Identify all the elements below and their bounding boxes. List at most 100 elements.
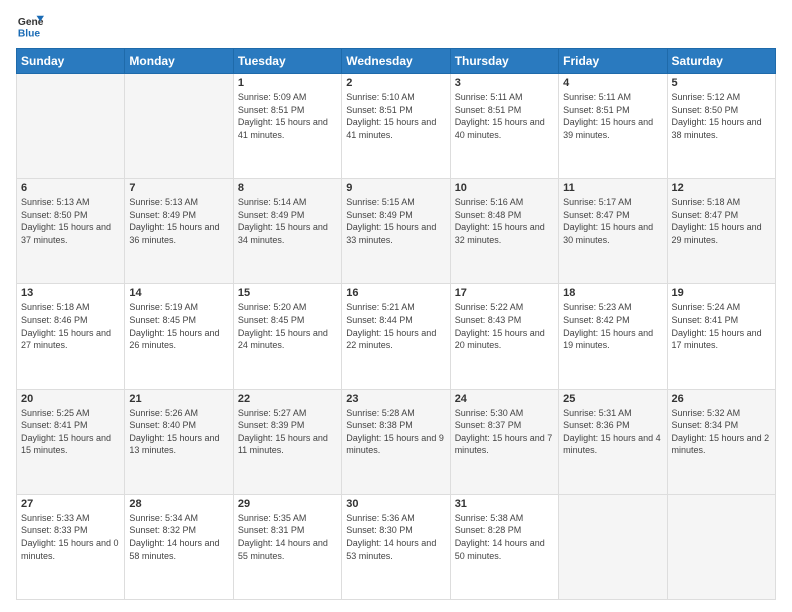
sunset-text: Sunset: 8:41 PM bbox=[21, 419, 120, 432]
day-number: 2 bbox=[346, 77, 445, 89]
weekday-header: Friday bbox=[559, 49, 667, 74]
daylight-text: Daylight: 15 hours and 24 minutes. bbox=[238, 327, 337, 352]
sunset-text: Sunset: 8:34 PM bbox=[672, 419, 771, 432]
sunset-text: Sunset: 8:31 PM bbox=[238, 524, 337, 537]
day-number: 10 bbox=[455, 182, 554, 194]
calendar-week-row: 27Sunrise: 5:33 AMSunset: 8:33 PMDayligh… bbox=[17, 494, 776, 599]
day-number: 8 bbox=[238, 182, 337, 194]
sunset-text: Sunset: 8:50 PM bbox=[21, 209, 120, 222]
daylight-text: Daylight: 15 hours and 22 minutes. bbox=[346, 327, 445, 352]
daylight-text: Daylight: 15 hours and 13 minutes. bbox=[129, 432, 228, 457]
day-number: 12 bbox=[672, 182, 771, 194]
daylight-text: Daylight: 15 hours and 40 minutes. bbox=[455, 116, 554, 141]
page: General Blue SundayMondayTuesdayWednesda… bbox=[0, 0, 792, 612]
day-info: Sunrise: 5:13 AMSunset: 8:50 PMDaylight:… bbox=[21, 196, 120, 246]
daylight-text: Daylight: 15 hours and 32 minutes. bbox=[455, 221, 554, 246]
sunrise-text: Sunrise: 5:28 AM bbox=[346, 407, 445, 420]
calendar-cell: 12 Sunrise: 5:18 AMSunset: 8:47 PMDayligh… bbox=[667, 179, 775, 284]
sunset-text: Sunset: 8:41 PM bbox=[672, 314, 771, 327]
daylight-text: Daylight: 15 hours and 11 minutes. bbox=[238, 432, 337, 457]
sunset-text: Sunset: 8:44 PM bbox=[346, 314, 445, 327]
day-info: Sunrise: 5:11 AMSunset: 8:51 PMDaylight:… bbox=[455, 91, 554, 141]
weekday-header: Wednesday bbox=[342, 49, 450, 74]
weekday-header: Monday bbox=[125, 49, 233, 74]
sunrise-text: Sunrise: 5:23 AM bbox=[563, 301, 662, 314]
sunrise-text: Sunrise: 5:13 AM bbox=[21, 196, 120, 209]
daylight-text: Daylight: 15 hours and 15 minutes. bbox=[21, 432, 120, 457]
day-number: 31 bbox=[455, 498, 554, 510]
sunrise-text: Sunrise: 5:15 AM bbox=[346, 196, 445, 209]
day-number: 5 bbox=[672, 77, 771, 89]
day-info: Sunrise: 5:36 AMSunset: 8:30 PMDaylight:… bbox=[346, 512, 445, 562]
calendar-table: SundayMondayTuesdayWednesdayThursdayFrid… bbox=[16, 48, 776, 600]
daylight-text: Daylight: 15 hours and 7 minutes. bbox=[455, 432, 554, 457]
calendar-cell: 18Sunrise: 5:23 AMSunset: 8:42 PMDayligh… bbox=[559, 284, 667, 389]
daylight-text: Daylight: 15 hours and 29 minutes. bbox=[672, 221, 771, 246]
daylight-text: Daylight: 15 hours and 19 minutes. bbox=[563, 327, 662, 352]
day-info: Sunrise: 5:27 AMSunset: 8:39 PMDaylight:… bbox=[238, 407, 337, 457]
calendar-cell bbox=[125, 74, 233, 179]
calendar-cell: 23Sunrise: 5:28 AMSunset: 8:38 PMDayligh… bbox=[342, 389, 450, 494]
sunrise-text: Sunrise: 5:13 AM bbox=[129, 196, 228, 209]
day-info: Sunrise: 5:31 AMSunset: 8:36 PMDaylight:… bbox=[563, 407, 662, 457]
day-number: 26 bbox=[672, 393, 771, 405]
sunset-text: Sunset: 8:49 PM bbox=[238, 209, 337, 222]
calendar-cell: 17Sunrise: 5:22 AMSunset: 8:43 PMDayligh… bbox=[450, 284, 558, 389]
sunrise-text: Sunrise: 5:17 AM bbox=[563, 196, 662, 209]
day-info: Sunrise: 5:34 AMSunset: 8:32 PMDaylight:… bbox=[129, 512, 228, 562]
calendar-cell: 14Sunrise: 5:19 AMSunset: 8:45 PMDayligh… bbox=[125, 284, 233, 389]
calendar-cell: 10 Sunrise: 5:16 AMSunset: 8:48 PMDayligh… bbox=[450, 179, 558, 284]
calendar-cell: 19 Sunrise: 5:24 AMSunset: 8:41 PMDayligh… bbox=[667, 284, 775, 389]
day-number: 9 bbox=[346, 182, 445, 194]
sunrise-text: Sunrise: 5:21 AM bbox=[346, 301, 445, 314]
sunset-text: Sunset: 8:43 PM bbox=[455, 314, 554, 327]
day-number: 25 bbox=[563, 393, 662, 405]
day-info: Sunrise: 5:21 AMSunset: 8:44 PMDaylight:… bbox=[346, 301, 445, 351]
daylight-text: Daylight: 15 hours and 33 minutes. bbox=[346, 221, 445, 246]
day-number: 1 bbox=[238, 77, 337, 89]
weekday-header: Tuesday bbox=[233, 49, 341, 74]
day-info: Sunrise: 5:24 AMSunset: 8:41 PMDaylight:… bbox=[672, 301, 771, 351]
day-info: Sunrise: 5:17 AMSunset: 8:47 PMDaylight:… bbox=[563, 196, 662, 246]
weekday-header: Sunday bbox=[17, 49, 125, 74]
day-number: 11 bbox=[563, 182, 662, 194]
calendar-cell: 25 Sunrise: 5:31 AMSunset: 8:36 PMDayligh… bbox=[559, 389, 667, 494]
day-info: Sunrise: 5:12 AMSunset: 8:50 PMDaylight:… bbox=[672, 91, 771, 141]
day-number: 20 bbox=[21, 393, 120, 405]
sunrise-text: Sunrise: 5:33 AM bbox=[21, 512, 120, 525]
sunset-text: Sunset: 8:46 PM bbox=[21, 314, 120, 327]
calendar-cell: 31Sunrise: 5:38 AMSunset: 8:28 PMDayligh… bbox=[450, 494, 558, 599]
sunset-text: Sunset: 8:51 PM bbox=[238, 104, 337, 117]
day-info: Sunrise: 5:11 AMSunset: 8:51 PMDaylight:… bbox=[563, 91, 662, 141]
sunrise-text: Sunrise: 5:38 AM bbox=[455, 512, 554, 525]
day-info: Sunrise: 5:18 AMSunset: 8:47 PMDaylight:… bbox=[672, 196, 771, 246]
daylight-text: Daylight: 15 hours and 27 minutes. bbox=[21, 327, 120, 352]
sunset-text: Sunset: 8:51 PM bbox=[455, 104, 554, 117]
sunset-text: Sunset: 8:33 PM bbox=[21, 524, 120, 537]
day-info: Sunrise: 5:35 AMSunset: 8:31 PMDaylight:… bbox=[238, 512, 337, 562]
daylight-text: Daylight: 15 hours and 36 minutes. bbox=[129, 221, 228, 246]
calendar-week-row: 20 Sunrise: 5:25 AMSunset: 8:41 PMDayligh… bbox=[17, 389, 776, 494]
day-info: Sunrise: 5:33 AMSunset: 8:33 PMDaylight:… bbox=[21, 512, 120, 562]
calendar-cell: 13Sunrise: 5:18 AMSunset: 8:46 PMDayligh… bbox=[17, 284, 125, 389]
sunrise-text: Sunrise: 5:14 AM bbox=[238, 196, 337, 209]
sunrise-text: Sunrise: 5:35 AM bbox=[238, 512, 337, 525]
calendar-cell: 15Sunrise: 5:20 AMSunset: 8:45 PMDayligh… bbox=[233, 284, 341, 389]
day-number: 30 bbox=[346, 498, 445, 510]
sunset-text: Sunset: 8:32 PM bbox=[129, 524, 228, 537]
day-info: Sunrise: 5:16 AMSunset: 8:48 PMDaylight:… bbox=[455, 196, 554, 246]
calendar-cell: 30 Sunrise: 5:36 AMSunset: 8:30 PMDayligh… bbox=[342, 494, 450, 599]
day-info: Sunrise: 5:23 AMSunset: 8:42 PMDaylight:… bbox=[563, 301, 662, 351]
sunset-text: Sunset: 8:42 PM bbox=[563, 314, 662, 327]
sunrise-text: Sunrise: 5:10 AM bbox=[346, 91, 445, 104]
daylight-text: Daylight: 14 hours and 50 minutes. bbox=[455, 537, 554, 562]
day-info: Sunrise: 5:22 AMSunset: 8:43 PMDaylight:… bbox=[455, 301, 554, 351]
sunset-text: Sunset: 8:30 PM bbox=[346, 524, 445, 537]
daylight-text: Daylight: 14 hours and 58 minutes. bbox=[129, 537, 228, 562]
logo-icon: General Blue bbox=[16, 12, 44, 40]
day-number: 19 bbox=[672, 287, 771, 299]
sunset-text: Sunset: 8:37 PM bbox=[455, 419, 554, 432]
svg-text:Blue: Blue bbox=[18, 28, 41, 39]
day-info: Sunrise: 5:25 AMSunset: 8:41 PMDaylight:… bbox=[21, 407, 120, 457]
calendar-week-row: 1Sunrise: 5:09 AMSunset: 8:51 PMDaylight… bbox=[17, 74, 776, 179]
